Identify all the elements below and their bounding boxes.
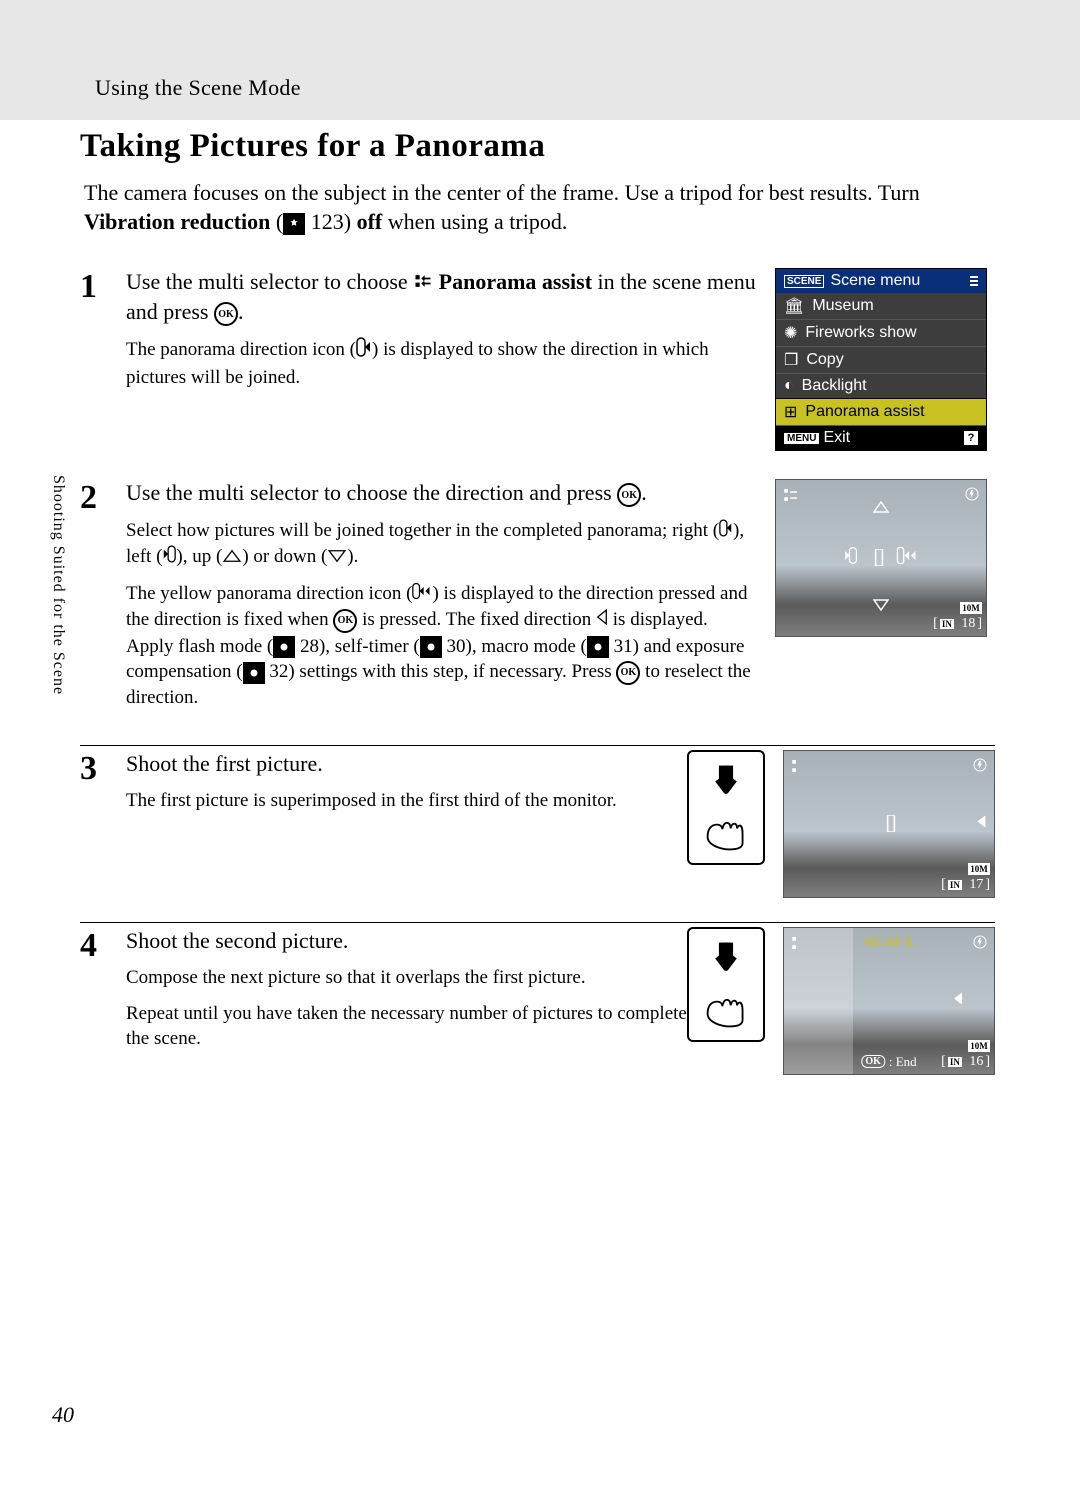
ok-end-label: OK: End	[861, 1054, 916, 1070]
flash-auto-icon	[972, 757, 988, 773]
scene-menu: SCENEScene menu 🏛Museum ✺Fireworks show …	[775, 268, 987, 451]
menu-item-museum[interactable]: 🏛Museum	[776, 293, 986, 320]
step-4-desc-1: Compose the next picture so that it over…	[126, 965, 687, 991]
step-1-title: Use the multi selector to choose Panoram…	[126, 268, 757, 327]
step-4: 4 Shoot the second picture. Compose the …	[80, 923, 995, 1075]
page-number: 40	[52, 1402, 74, 1428]
ok-button-icon: OK	[616, 661, 640, 685]
shutter-press-illustration	[687, 927, 765, 1042]
page-title: Taking Pictures for a Panorama	[80, 128, 995, 165]
direction-fixed-icon	[596, 608, 608, 634]
menu-button-label: MENU	[784, 433, 819, 444]
overlap-overlay	[784, 928, 853, 1074]
step-number: 4	[80, 927, 126, 963]
dir-right-icon	[975, 813, 987, 834]
shot-count: [IN 17]	[941, 877, 990, 893]
shutter-press-illustration	[687, 750, 765, 865]
ref-icon	[273, 636, 295, 658]
scene-menu-footer: MENUExit ?	[776, 426, 986, 450]
camera-preview-shot2: AE/AF-L OK: End 10M [IN 16]	[783, 927, 995, 1075]
image-size-badge: 10M	[960, 602, 982, 614]
panorama-mode-icon	[782, 486, 800, 504]
flash-auto-icon	[964, 486, 980, 502]
step-number: 1	[80, 268, 126, 304]
step-4-title: Shoot the second picture.	[126, 927, 687, 956]
panorama-icon	[413, 270, 433, 299]
ok-button-icon: OK	[617, 483, 641, 507]
direction-right-icon	[719, 519, 733, 545]
step-3-title: Shoot the first picture.	[126, 750, 687, 779]
step-2: 2 Use the multi selector to choose the d…	[80, 475, 995, 720]
museum-icon: 🏛	[784, 296, 804, 316]
direction-up-icon	[222, 545, 242, 571]
direction-yellow-icon	[412, 582, 432, 608]
camera-preview-direction: [ ] 10M [IN 18]	[775, 479, 987, 637]
dir-left-icon	[843, 547, 857, 570]
dir-down-icon	[873, 598, 889, 616]
menu-item-panorama[interactable]: ⊞Panorama assist	[776, 399, 986, 426]
side-tab-label: Shooting Suited for the Scene	[45, 455, 67, 715]
menu-item-copy[interactable]: ❐Copy	[776, 347, 986, 374]
panorama-mode-icon	[790, 757, 808, 775]
dir-right-icon	[952, 990, 964, 1011]
shot-count: [IN 16]	[941, 1054, 990, 1070]
ref-icon	[587, 636, 609, 658]
scene-badge: SCENE	[784, 275, 824, 288]
camera-preview-shot1: [ ] 10M [IN 17]	[783, 750, 995, 898]
direction-down-icon	[327, 545, 347, 571]
dir-up-icon	[873, 500, 889, 518]
ok-button-icon: OK	[214, 302, 238, 326]
focus-brackets-icon: [ ]	[885, 812, 892, 835]
step-1-desc: The panorama direction icon () is displa…	[126, 337, 757, 390]
copy-icon: ❐	[784, 350, 798, 370]
menu-scroll-icon	[970, 276, 978, 286]
direction-right-icon	[356, 337, 372, 365]
setup-ref-icon	[283, 213, 305, 235]
shot-count: [IN 18]	[933, 616, 982, 632]
intro-text: The camera focuses on the subject in the…	[80, 179, 995, 236]
ae-af-lock-label: AE/AF-L	[863, 934, 915, 950]
section-header: Using the Scene Mode	[95, 75, 301, 101]
fireworks-icon: ✺	[784, 323, 797, 343]
panorama-assist-icon: ⊞	[784, 402, 797, 422]
menu-item-fireworks[interactable]: ✺Fireworks show	[776, 320, 986, 347]
image-size-badge: 10M	[968, 1040, 990, 1052]
image-size-badge: 10M	[968, 863, 990, 875]
step-2-desc-1: Select how pictures will be joined toget…	[126, 518, 757, 571]
ok-button-icon: OK	[333, 609, 357, 633]
step-number: 3	[80, 750, 126, 786]
dir-right-selected-icon	[897, 547, 919, 570]
direction-left-icon	[162, 545, 176, 571]
step-3-desc: The first picture is superimposed in the…	[126, 788, 687, 814]
scene-menu-header: SCENEScene menu	[776, 269, 986, 293]
backlight-icon: ◐	[784, 377, 794, 395]
step-1: 1 Use the multi selector to choose Panor…	[80, 264, 995, 451]
step-2-title: Use the multi selector to choose the dir…	[126, 479, 757, 508]
focus-brackets-icon: [ ]	[873, 547, 880, 570]
step-number: 2	[80, 479, 126, 515]
menu-item-backlight[interactable]: ◐Backlight	[776, 374, 986, 399]
help-icon: ?	[964, 431, 978, 445]
flash-auto-icon	[972, 934, 988, 950]
step-3: 3 Shoot the first picture. The first pic…	[80, 746, 995, 898]
ref-icon	[420, 636, 442, 658]
ref-icon	[243, 662, 265, 684]
step-2-desc-2: The yellow panorama direction icon () is…	[126, 581, 757, 711]
step-4-desc-2: Repeat until you have taken the necessar…	[126, 1001, 687, 1052]
